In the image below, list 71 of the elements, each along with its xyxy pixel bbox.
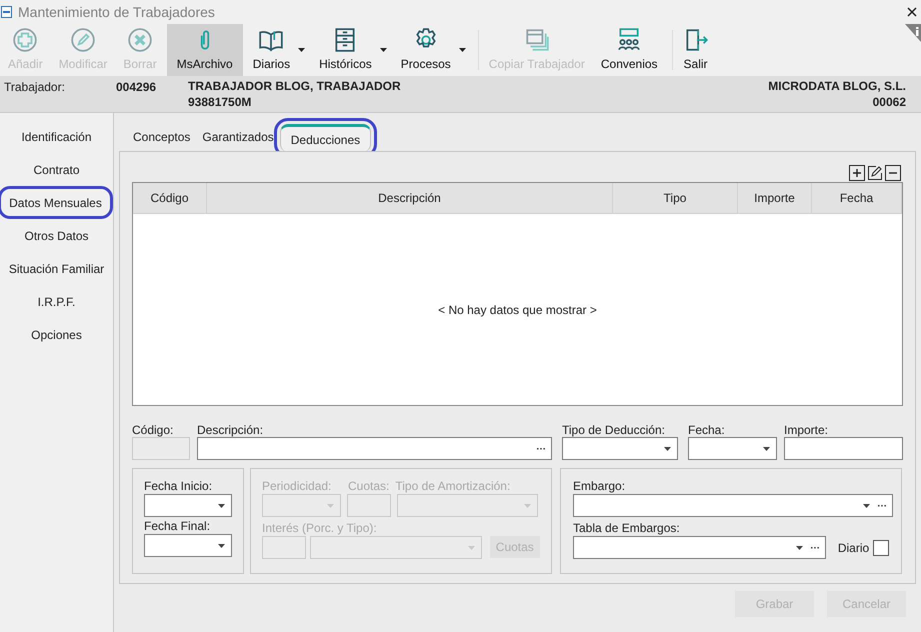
remove-icon[interactable] [885, 165, 901, 181]
sidebar-item[interactable]: Otros Datos [0, 219, 113, 252]
dropdown-arrow-icon[interactable] [863, 504, 870, 508]
field-label: Periodicidad: [262, 478, 332, 494]
dropdown-field[interactable] [573, 536, 826, 559]
worker-nif: 93881750M [188, 94, 252, 110]
toolbar-button[interactable]: Convenios [594, 24, 664, 76]
dropdown-arrow-icon[interactable] [218, 544, 225, 548]
sidebar-item[interactable]: Datos Mensuales [0, 186, 113, 219]
input-field[interactable] [784, 437, 903, 460]
field-label: Fecha: [688, 422, 726, 437]
tab[interactable]: Conceptos [127, 123, 196, 151]
window-title: Mantenimiento de Trabajadores [18, 2, 215, 22]
column-header[interactable]: Importe [738, 183, 812, 213]
add-icon[interactable] [849, 165, 865, 181]
field-label: Embargo: [573, 478, 626, 494]
field-label: Cuotas: [348, 478, 390, 494]
column-header[interactable]: Código [133, 183, 207, 213]
add-icon [12, 27, 38, 53]
checkbox[interactable] [873, 540, 889, 556]
sidebar-item[interactable]: Identificación [0, 120, 113, 153]
field-label: Interés (Porc. y Tipo): [262, 520, 378, 536]
company-name: MICRODATA BLOG, S.L. [768, 78, 906, 94]
empty-message: < No hay datos que mostrar > [438, 302, 597, 318]
field-label: Importe: [784, 422, 830, 437]
dropdown-arrow-icon[interactable] [298, 48, 306, 52]
dropdown-field[interactable] [144, 494, 232, 517]
dropdown-field[interactable] [573, 494, 893, 517]
field-label: Descripción: [197, 422, 264, 437]
sidebar-item[interactable]: I.R.P.F. [0, 285, 113, 318]
group-icon [616, 27, 642, 53]
sidebar-item[interactable]: Contrato [0, 153, 113, 186]
checkbox-label: Diario [838, 540, 870, 556]
worker-code: 004296 [116, 79, 158, 96]
delete-icon [127, 27, 154, 53]
lookup-field[interactable] [197, 437, 552, 460]
company-code: 00062 [872, 94, 906, 110]
sidebar-item[interactable]: Situación Familiar [0, 252, 113, 285]
sidebar-item[interactable]: Opciones [0, 318, 113, 351]
worker-name: TRABAJADOR BLOG, TRABAJADOR [188, 78, 401, 94]
toolbar-button[interactable]: Procesos [394, 24, 457, 76]
windows-icon [524, 27, 550, 53]
dropdown-arrow-icon[interactable] [664, 446, 671, 450]
toolbar-button[interactable]: Diarios [246, 24, 296, 76]
pencil-icon [70, 27, 96, 53]
dropdown-arrow-icon[interactable] [380, 48, 387, 52]
close-icon[interactable] [907, 7, 917, 17]
field-label: Tabla de Embargos: [573, 520, 681, 536]
toolbar-button[interactable]: Salir [676, 24, 715, 76]
field-label: Fecha Final: [144, 518, 212, 534]
field-label: Tipo de Deducción: [562, 422, 666, 437]
dropdown-arrow-icon[interactable] [763, 446, 770, 450]
dropdown-arrow-icon[interactable] [796, 546, 803, 550]
column-header[interactable]: Fecha [812, 183, 902, 213]
info-corner-icon[interactable] [905, 24, 921, 42]
toolbar-button[interactable]: Históricos [313, 24, 378, 76]
column-header[interactable]: Descripción [207, 183, 613, 213]
edit-icon[interactable] [867, 165, 883, 181]
dropdown-field[interactable] [144, 534, 232, 557]
column-header[interactable]: Tipo [613, 183, 738, 213]
app-logo-icon [1, 6, 12, 18]
tab[interactable]: Garantizados [196, 123, 280, 151]
dropdown-field[interactable] [688, 437, 777, 460]
toolbar-button[interactable]: MsArchivo [166, 24, 243, 76]
dropdown-arrow-icon[interactable] [218, 504, 225, 508]
field-label: Fecha Inicio: [144, 478, 214, 494]
field-label: Código: [132, 422, 174, 437]
field-label: Tipo de Amortización: [395, 478, 510, 494]
dropdown-field[interactable] [562, 437, 678, 460]
dropdown-arrow-icon[interactable] [458, 48, 466, 52]
field-label: Trabajador: [3, 79, 66, 96]
